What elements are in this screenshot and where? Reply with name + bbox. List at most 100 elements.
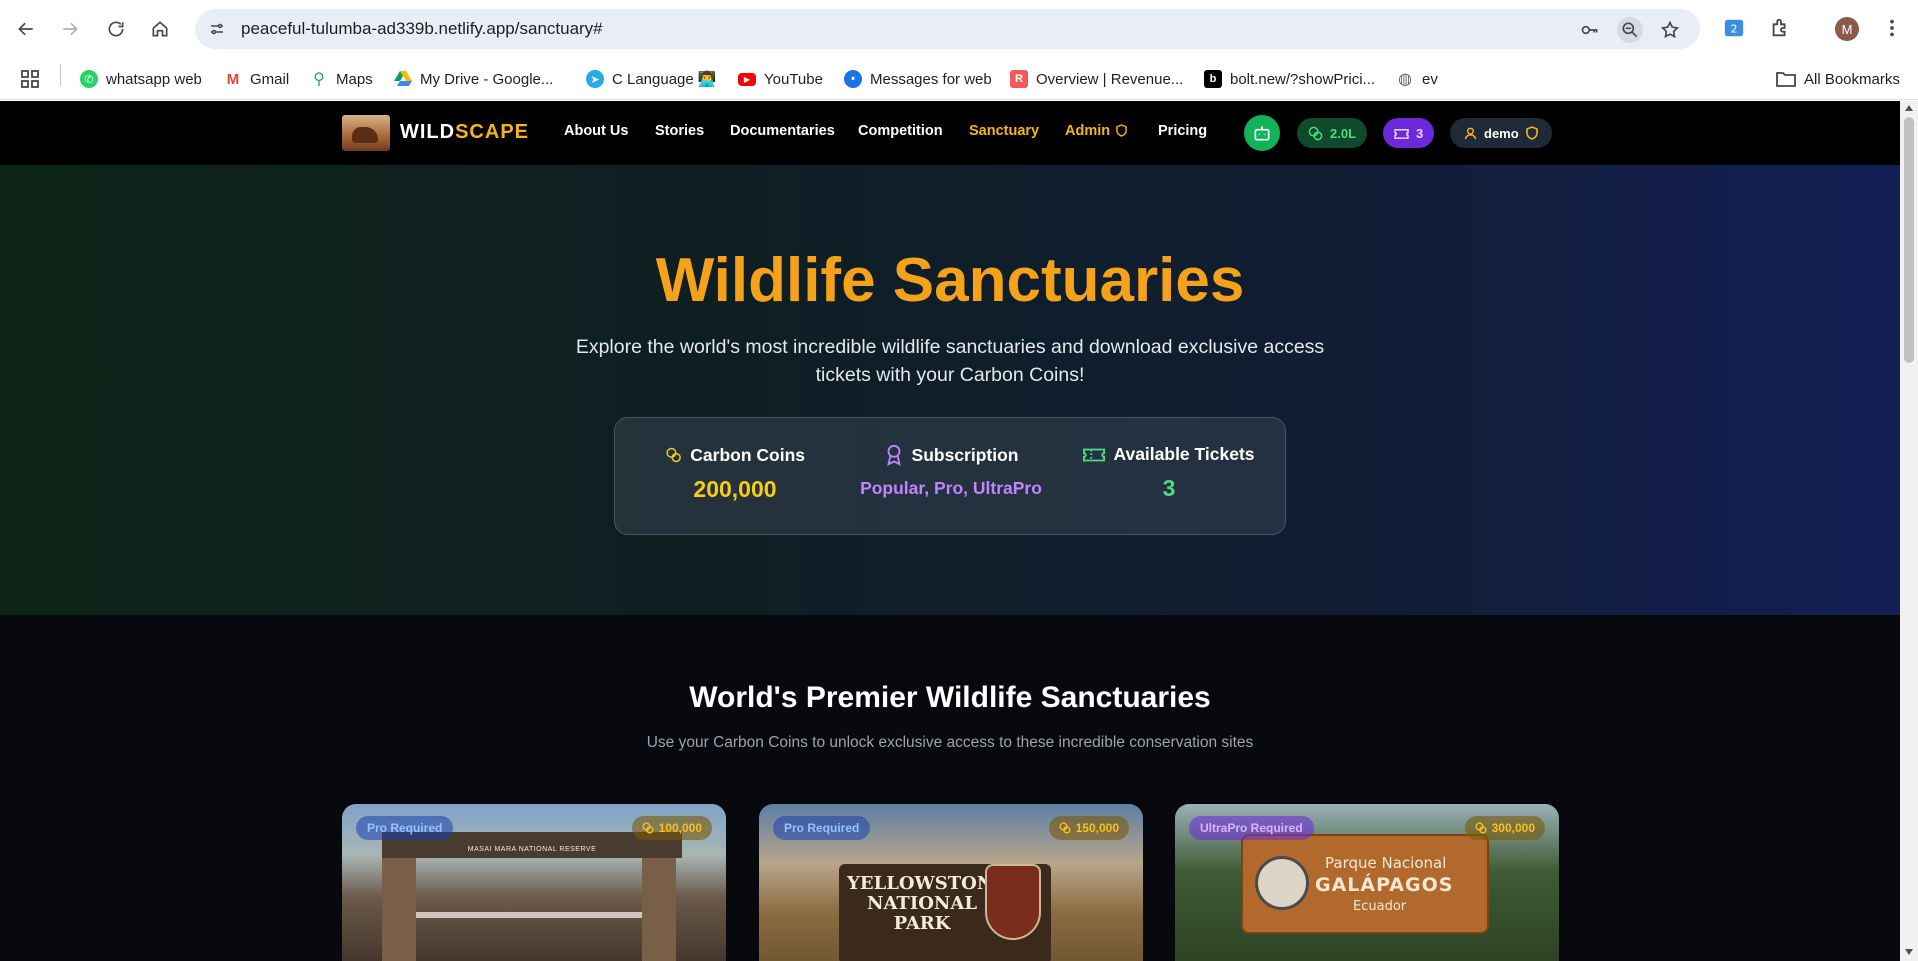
url-text[interactable]: peaceful-tulumba-ad339b.netlify.app/sanc… (241, 19, 603, 39)
tortoise-logo (1255, 856, 1309, 910)
shield-icon (1116, 124, 1127, 137)
card-image-text: Parque Nacional (1325, 854, 1447, 872)
chatbot-button[interactable] (1244, 115, 1280, 151)
card-image-text: Ecuador (1353, 899, 1407, 914)
hero-subtitle: Explore the world's most incredible wild… (575, 336, 1325, 386)
translate-extension-icon[interactable]: 2 (1720, 14, 1748, 42)
gmail-icon: M (224, 70, 242, 88)
bookmark-whatsapp[interactable]: ✆ whatsapp web (80, 66, 202, 92)
all-bookmarks-button[interactable]: All Bookmarks (1776, 66, 1900, 92)
ticket-icon (1394, 128, 1409, 139)
site-navbar: WILDSCAPE About Us Stories Documentaries… (0, 101, 1900, 165)
stat-carbon-coins: Carbon Coins 200,000 (665, 444, 805, 503)
back-icon[interactable] (11, 14, 41, 44)
whatsapp-icon: ✆ (80, 70, 98, 88)
youtube-icon: ▶ (738, 72, 756, 86)
tier-badge: UltraPro Required (1189, 816, 1314, 840)
stat-subscription: Subscription Popular, Pro, UltraPro (851, 444, 1051, 499)
site-info-icon[interactable] (205, 17, 229, 41)
page-viewport: WILDSCAPE About Us Stories Documentaries… (0, 101, 1900, 961)
card-image-text: YELLOWSTONE NATIONAL PARK (847, 873, 1008, 934)
messages-icon: • (844, 70, 862, 88)
bookmark-c-language[interactable]: ➤ C Language 👨‍💻 (586, 66, 717, 92)
nav-admin[interactable]: Admin (1065, 123, 1127, 139)
page-title: Wildlife Sanctuaries (655, 246, 1245, 315)
user-menu-pill[interactable]: demo (1450, 118, 1552, 148)
user-stats-card: Carbon Coins 200,000 Subscription Popula… (614, 417, 1286, 535)
sanctuary-card-galapagos[interactable]: Parque Nacional GALÁPAGOS Ecuador UltraP… (1175, 804, 1559, 961)
bookmark-maps[interactable]: ⚲ Maps (310, 66, 373, 92)
coins-icon (1059, 822, 1071, 834)
extensions-puzzle-icon[interactable] (1766, 14, 1794, 42)
gate-post (642, 858, 676, 961)
ticket-icon (1083, 448, 1106, 461)
shield-icon (1525, 126, 1538, 140)
apps-grid-icon[interactable] (20, 66, 40, 92)
coins-icon (666, 447, 681, 463)
nav-pricing[interactable]: Pricing (1158, 123, 1207, 139)
forward-icon[interactable] (55, 14, 85, 44)
carbon-coins-value: 200,000 (693, 476, 777, 502)
price-badge: 100,000 (631, 816, 712, 840)
revenuecat-icon: R (1010, 70, 1028, 88)
stat-available-tickets: Available Tickets 3 (1079, 444, 1259, 502)
award-icon (886, 444, 901, 466)
user-icon (1464, 127, 1477, 139)
password-key-icon[interactable] (1577, 17, 1603, 43)
bookmark-youtube[interactable]: ▶ YouTube (738, 66, 823, 92)
svg-text:2: 2 (1731, 23, 1738, 36)
maps-icon: ⚲ (310, 70, 328, 88)
nav-about-us[interactable]: About Us (564, 123, 628, 139)
sanctuary-card-masai-mara[interactable]: MASAI MARA NATIONAL RESERVE Pro Required… (342, 804, 726, 961)
zoom-icon[interactable] (1617, 17, 1643, 43)
bookmark-bolt[interactable]: b bolt.new/?showPrici... (1204, 66, 1375, 92)
reload-icon[interactable] (101, 14, 131, 44)
nav-documentaries[interactable]: Documentaries (730, 123, 835, 139)
drive-icon (394, 70, 412, 88)
globe-icon: ◍ (1396, 70, 1414, 88)
coins-icon (1475, 822, 1487, 834)
sanctuary-card-yellowstone[interactable]: YELLOWSTONE NATIONAL PARK Pro Required 1… (759, 804, 1143, 961)
gate-barrier (416, 912, 642, 918)
subscription-value: Popular, Pro, UltraPro (860, 478, 1042, 498)
nav-competition[interactable]: Competition (858, 123, 943, 139)
section-subtitle: Use your Carbon Coins to unlock exclusiv… (646, 734, 1254, 751)
menu-kebab-icon[interactable] (1878, 14, 1906, 42)
bookmarks-bar: ✆ whatsapp web M Gmail ⚲ Maps My Drive -… (0, 58, 1918, 100)
card-image-text: MASAI MARA NATIONAL RESERVE (467, 846, 597, 853)
tickets-pill[interactable]: 3 (1383, 118, 1435, 148)
bookmark-messages[interactable]: • Messages for web (844, 66, 992, 92)
folder-icon (1776, 72, 1796, 87)
telegram-icon: ➤ (586, 70, 604, 88)
profile-avatar[interactable]: M (1835, 17, 1859, 41)
page-scrollbar[interactable] (1900, 101, 1918, 961)
carbon-coins-pill[interactable]: 2.0L (1297, 118, 1368, 148)
card-image-text: GALÁPAGOS (1315, 874, 1454, 896)
bookmark-ev[interactable]: ◍ ev (1396, 66, 1438, 92)
bookmark-gmail[interactable]: M Gmail (224, 66, 289, 92)
coins-icon (642, 822, 654, 834)
hero-section: Wildlife Sanctuaries Explore the world's… (0, 165, 1900, 615)
coins-icon (1308, 126, 1323, 140)
bookmark-star-icon[interactable] (1657, 17, 1683, 43)
logo-image[interactable] (342, 115, 390, 151)
address-bar[interactable]: peaceful-tulumba-ad339b.netlify.app/sanc… (195, 9, 1700, 49)
nps-arrowhead-logo (985, 864, 1041, 940)
scroll-thumb[interactable] (1904, 117, 1914, 363)
scroll-up-arrow-icon[interactable] (1905, 105, 1913, 111)
nav-sanctuary[interactable]: Sanctuary (969, 123, 1039, 139)
gate-post (382, 858, 416, 961)
price-badge: 150,000 (1048, 816, 1129, 840)
section-title: World's Premier Wildlife Sanctuaries (689, 681, 1211, 714)
bookmark-drive[interactable]: My Drive - Google... (394, 66, 553, 92)
tickets-value: 3 (1162, 475, 1176, 501)
bot-icon (1254, 126, 1270, 141)
home-icon[interactable] (145, 14, 175, 44)
bookmark-revenuecat[interactable]: R Overview | Revenue... (1010, 66, 1183, 92)
site-logo[interactable]: WILDSCAPE (400, 121, 529, 144)
browser-toolbar: peaceful-tulumba-ad339b.netlify.app/sanc… (0, 0, 1918, 58)
scroll-down-arrow-icon[interactable] (1905, 949, 1913, 955)
nav-stories[interactable]: Stories (655, 123, 704, 139)
tier-badge: Pro Required (773, 816, 871, 840)
bookmarks-divider (60, 64, 61, 86)
